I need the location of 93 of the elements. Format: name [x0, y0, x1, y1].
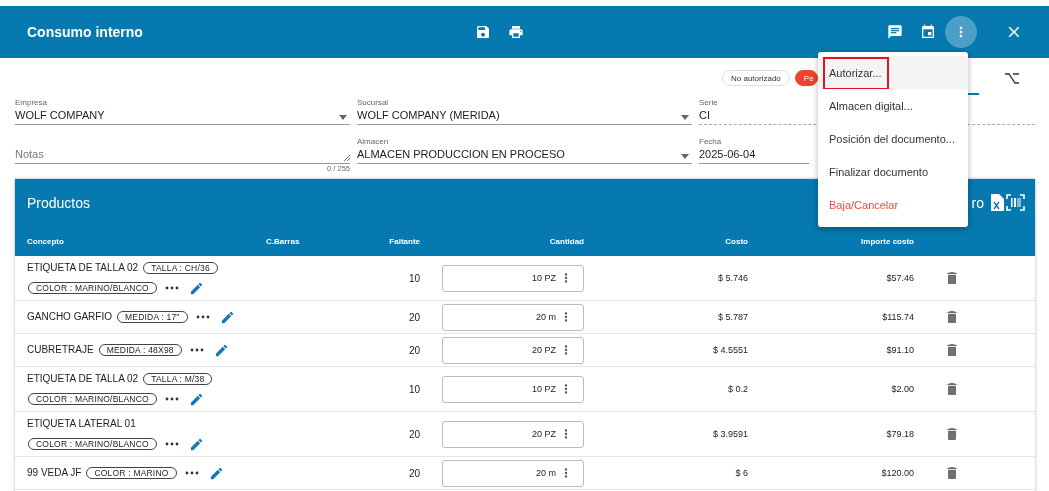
pencil-icon[interactable]: [188, 280, 204, 296]
field-label: Serie: [699, 98, 718, 108]
table-cell-text: $ 0.2: [726, 384, 748, 394]
calendar-icon: [920, 24, 936, 40]
table-cell-text: $ 5.746: [716, 273, 748, 283]
card-title: Productos: [27, 194, 91, 211]
table-cell-text: 20: [407, 467, 420, 479]
column-header: Cantidad: [548, 236, 584, 246]
more-horizontal-icon[interactable]: [164, 286, 179, 290]
table-cell-text: $ 4.5551: [711, 345, 748, 355]
save-icon: [475, 24, 491, 40]
product-name: 99 VEDA JF: [27, 466, 82, 480]
delete-button[interactable]: [944, 465, 960, 481]
delete-button[interactable]: [944, 342, 960, 358]
table-cell-text: 20: [407, 311, 420, 323]
menu-item[interactable]: Autorizar...: [818, 56, 968, 89]
menu-item[interactable]: Almacen digital...: [818, 89, 968, 122]
quantity-field[interactable]: 20 PZ: [442, 420, 584, 448]
more-horizontal-icon[interactable]: [195, 315, 210, 319]
table-cell-text: $115.74: [881, 312, 914, 322]
trash-icon: [944, 426, 960, 442]
product-name: GANCHO GARFIO: [27, 310, 112, 324]
table-cell-text: $ 3.9591: [711, 429, 748, 439]
table-cell-text: $91.10: [885, 345, 914, 355]
column-header: Importe costo: [860, 236, 914, 246]
quantity-field[interactable]: 20 m: [442, 303, 584, 331]
column-header: C.Barras: [266, 236, 301, 246]
menu-item[interactable]: Posición del documento...: [818, 122, 968, 155]
status-chip: Pe: [794, 70, 818, 86]
chat-icon: [887, 24, 903, 40]
toolbar-label: ro: [971, 194, 984, 211]
table-cell-text: $2.00: [890, 384, 914, 394]
more-horizontal-icon[interactable]: [184, 471, 199, 475]
trash-icon: [944, 381, 960, 397]
dropdown-caret-icon[interactable]: [339, 115, 347, 120]
table-cell-text: 10: [407, 383, 420, 395]
table-cell-text: $57.46: [885, 273, 914, 283]
field-label: Almacen: [357, 137, 389, 147]
product-name: ETIQUETA LATERAL 01: [27, 417, 136, 431]
input-field[interactable]: 2025-06-04: [699, 147, 809, 164]
column-header: Faltante: [388, 236, 420, 246]
trash-icon: [944, 309, 960, 325]
select-field[interactable]: ALMACEN PRODUCCION EN PROCESO: [357, 147, 692, 164]
table-cell-text: $ 5.787: [716, 312, 748, 322]
notes-field[interactable]: Notas: [15, 147, 350, 164]
pencil-icon[interactable]: [188, 436, 204, 452]
barcode-scan-button[interactable]: [1006, 194, 1025, 211]
select-field[interactable]: WOLF COMPANY (MERIDA): [357, 108, 692, 125]
spreadsheet-file-icon: [990, 194, 1004, 211]
trash-icon: [944, 270, 960, 286]
field-label: Empresa: [15, 98, 47, 108]
table-cell-text: $79.18: [885, 429, 914, 439]
product-name: CUBRETRAJE: [27, 343, 94, 357]
table-cell-text: 20: [407, 428, 420, 440]
field-label: Fecha: [699, 137, 722, 147]
resize-handle-icon[interactable]: [344, 155, 350, 161]
table-cell-text: 10: [407, 272, 420, 284]
field-label: Sucursal: [357, 98, 389, 108]
more-horizontal-icon[interactable]: [164, 397, 179, 401]
status-chip: No autorizado: [722, 70, 790, 86]
product-name: ETIQUETA DE TALLA 02: [27, 261, 139, 275]
delete-button[interactable]: [944, 426, 960, 442]
column-header: Costo: [724, 236, 748, 246]
delete-button[interactable]: [944, 309, 960, 325]
window-title: Consumo interno: [27, 24, 144, 40]
dropdown-caret-icon[interactable]: [681, 154, 689, 159]
dropdown-caret-icon[interactable]: [681, 115, 689, 120]
column-header: Concepto: [27, 236, 65, 246]
option-key-icon[interactable]: [1005, 72, 1019, 84]
trash-icon: [944, 342, 960, 358]
table-cell-text: $ 6: [734, 468, 748, 478]
table-cell-text: $120.00: [880, 468, 914, 478]
quantity-field[interactable]: 10 PZ: [442, 375, 584, 403]
menu-item[interactable]: Baja/Cancelar: [818, 188, 968, 221]
pencil-icon[interactable]: [213, 342, 229, 358]
quantity-field[interactable]: 10 PZ: [442, 264, 584, 292]
excel-export-button[interactable]: [990, 194, 1004, 211]
quantity-field[interactable]: 20 m: [442, 459, 584, 487]
pencil-icon[interactable]: [188, 391, 204, 407]
pencil-icon[interactable]: [208, 465, 224, 481]
menu-item[interactable]: Finalizar documento: [818, 155, 968, 188]
product-name: ETIQUETA DE TALLA 02: [27, 372, 139, 386]
delete-button[interactable]: [944, 381, 960, 397]
delete-button[interactable]: [944, 270, 960, 286]
more-horizontal-icon[interactable]: [189, 348, 204, 352]
barcode-scan-icon: [1006, 194, 1025, 211]
pencil-icon[interactable]: [219, 309, 235, 325]
table-cell-text: 20: [407, 344, 420, 356]
trash-icon: [944, 465, 960, 481]
quantity-field[interactable]: 20 PZ: [442, 336, 584, 364]
more-horizontal-icon[interactable]: [164, 442, 179, 446]
select-field[interactable]: WOLF COMPANY: [15, 108, 350, 125]
printer-icon: [508, 24, 524, 40]
